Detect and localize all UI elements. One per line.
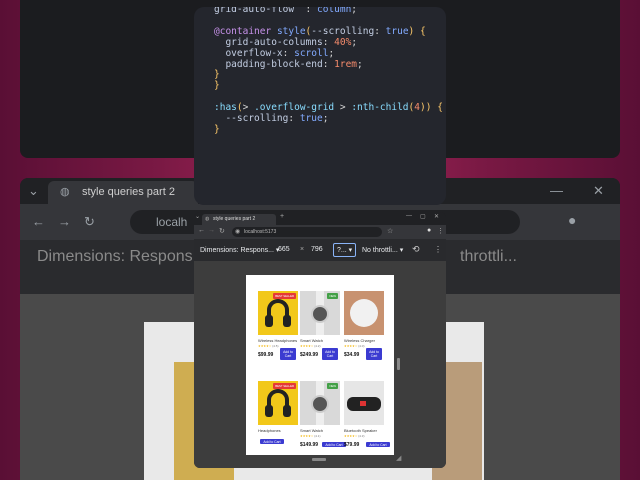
product-card: NEW Smart Watch ★★★★☆ (4.1) $149.99 Add to C… xyxy=(300,381,346,452)
product-price: $149.99 xyxy=(300,442,319,448)
background-throttle-text: throttli... xyxy=(460,248,517,265)
product-card: Bluetooth Speaker ★★★★☆ (4.3) $79.99 Add to… xyxy=(344,381,390,452)
product-price: $249.99 xyxy=(300,352,319,358)
bookmark-star-icon[interactable]: ☆ xyxy=(387,227,393,235)
zoom-select[interactable]: ?... ▾ xyxy=(333,243,357,257)
close-icon[interactable]: ✕ xyxy=(593,183,604,199)
background-url-text: localh xyxy=(156,215,188,229)
product-name: Headphones xyxy=(258,428,281,433)
url-text: localhost:5173 xyxy=(244,229,277,235)
more-options-icon[interactable]: ⋮ xyxy=(434,245,442,254)
product-rating: ★★★★☆ (4.1) xyxy=(300,434,321,438)
reload-icon[interactable]: ↻ xyxy=(219,227,225,235)
product-name: Bluetooth Speaker xyxy=(344,428,377,433)
product-badge: NEW xyxy=(327,383,338,389)
resize-corner-icon[interactable]: ◢ xyxy=(396,454,401,462)
product-name: Wireless Headphones xyxy=(258,338,298,343)
forward-icon[interactable]: → xyxy=(208,227,215,234)
product-price-row: Add to Cart xyxy=(258,435,298,447)
product-badge: BEST SELLER xyxy=(273,383,296,389)
product-image xyxy=(344,291,384,335)
minimize-icon[interactable]: — xyxy=(406,213,412,219)
back-icon[interactable]: ← xyxy=(32,214,45,229)
tab-search-icon[interactable]: ⌄ xyxy=(28,183,39,199)
tab-title: style queries part 2 xyxy=(213,216,256,222)
product-name: Wireless Charger xyxy=(344,338,375,343)
forward-icon[interactable]: → xyxy=(58,214,71,229)
dimensions-label: Dimensions: Respons... xyxy=(200,247,274,254)
product-rating-count: (4.0) xyxy=(358,344,365,348)
product-name: Smart Watch xyxy=(300,428,323,433)
avatar[interactable]: ● xyxy=(427,227,431,234)
reload-icon[interactable]: ↻ xyxy=(84,214,95,230)
add-to-cart-button[interactable]: Add to Cart xyxy=(322,348,338,360)
product-price-row: $99.99 Add to Cart xyxy=(258,348,298,362)
add-to-cart-button[interactable]: Add to Cart xyxy=(260,439,284,444)
product-card: BEST SELLER Wireless Headphones ★★★★☆ (4.5… xyxy=(258,291,298,362)
product-image: NEW xyxy=(300,291,340,335)
tab-active[interactable]: ◍ style queries part 2 xyxy=(202,214,276,225)
product-price-row: $79.99 Add to Cart xyxy=(344,440,390,452)
globe-icon: ◍ xyxy=(205,216,210,222)
product-card: BEST SELLER Headphones Add to Cart xyxy=(258,381,298,447)
back-icon[interactable]: ← xyxy=(198,227,205,234)
product-badge: BEST SELLER xyxy=(273,293,296,299)
rotate-icon[interactable]: ⟲ xyxy=(412,244,420,255)
product-image: NEW xyxy=(300,381,340,425)
device-toolbar: Dimensions: Respons... ▾ 665 × 796 ?... … xyxy=(194,239,446,261)
throttle-value: No throttli... xyxy=(362,247,398,254)
url-bar: ← → ↻ ◉ localhost:5173 ☆ ● ⋮ xyxy=(194,225,446,239)
product-image xyxy=(344,381,384,425)
tab-search-icon[interactable]: ⌄ xyxy=(195,213,200,220)
maximize-icon[interactable]: ▢ xyxy=(420,213,426,220)
background-tab-title: style queries part 2 xyxy=(82,186,175,198)
browser-window: ⌄ ◍ style queries part 2 + — ▢ ✕ ← → ↻ ◉… xyxy=(194,212,446,468)
add-to-cart-button[interactable]: Add to Cart xyxy=(366,348,382,360)
minimize-icon[interactable]: — xyxy=(550,183,563,198)
add-to-cart-button[interactable]: Add to Cart xyxy=(280,348,296,360)
product-price: $79.99 xyxy=(344,442,360,448)
throttle-select[interactable]: No throttli... ▾ xyxy=(362,246,403,254)
product-price: $99.99 xyxy=(258,352,274,358)
product-rating-count: (4.1) xyxy=(314,434,321,438)
product-name: Smart Watch xyxy=(300,338,323,343)
product-rating-count: (4.5) xyxy=(272,344,279,348)
product-badge: NEW xyxy=(327,293,338,299)
background-tab[interactable]: ◍ style queries part 2 xyxy=(48,181,198,204)
product-rating-count: (4.2) xyxy=(314,344,321,348)
site-info-icon: ◉ xyxy=(235,229,241,235)
new-tab-icon[interactable]: + xyxy=(280,213,284,220)
product-price: $34.99 xyxy=(344,352,360,358)
resize-handle-bottom[interactable] xyxy=(312,458,326,461)
product-card: Wireless Charger ★★★★☆ (4.0) $34.99 Add to … xyxy=(344,291,384,362)
add-to-cart-button[interactable]: Add to Cart xyxy=(322,442,346,447)
globe-icon: ◍ xyxy=(60,186,70,198)
address-field[interactable]: ◉ localhost:5173 xyxy=(232,227,382,237)
resize-handle-right[interactable] xyxy=(397,358,400,370)
zoom-value: ?... xyxy=(337,247,347,254)
avatar[interactable]: ● xyxy=(568,212,576,228)
product-price-row: $149.99 Add to Cart xyxy=(300,440,346,452)
product-card: NEW Smart Watch ★★★★☆ (4.2) $249.99 Add to C… xyxy=(300,291,340,362)
height-input[interactable]: 796 xyxy=(311,246,323,253)
product-price-row: $249.99 Add to Cart xyxy=(300,348,340,362)
close-icon[interactable]: ✕ xyxy=(434,213,439,220)
width-input[interactable]: 665 xyxy=(278,246,290,253)
dimensions-select[interactable]: Dimensions: Respons... ▾ xyxy=(200,246,279,254)
background-dimensions-text: Dimensions: Respons... xyxy=(37,248,206,265)
page-viewport: BEST SELLER Wireless Headphones ★★★★☆ (4.5… xyxy=(246,275,394,455)
tab-bar: ⌄ ◍ style queries part 2 + — ▢ ✕ xyxy=(194,212,446,225)
add-to-cart-button[interactable]: Add to Cart xyxy=(366,442,390,447)
css-code-panel: grid-auto-flow : column; @container styl… xyxy=(194,7,446,205)
menu-icon[interactable]: ⋮ xyxy=(437,227,444,235)
product-rating: ★★★★☆ (4.3) xyxy=(344,434,365,438)
css-code-block: grid-auto-flow : column; @container styl… xyxy=(214,7,443,135)
product-price-row: $34.99 Add to Cart xyxy=(344,348,384,362)
product-rating-count: (4.3) xyxy=(358,434,365,438)
product-image: BEST SELLER xyxy=(258,381,298,425)
times-sign: × xyxy=(300,246,305,253)
product-image: BEST SELLER xyxy=(258,291,298,335)
